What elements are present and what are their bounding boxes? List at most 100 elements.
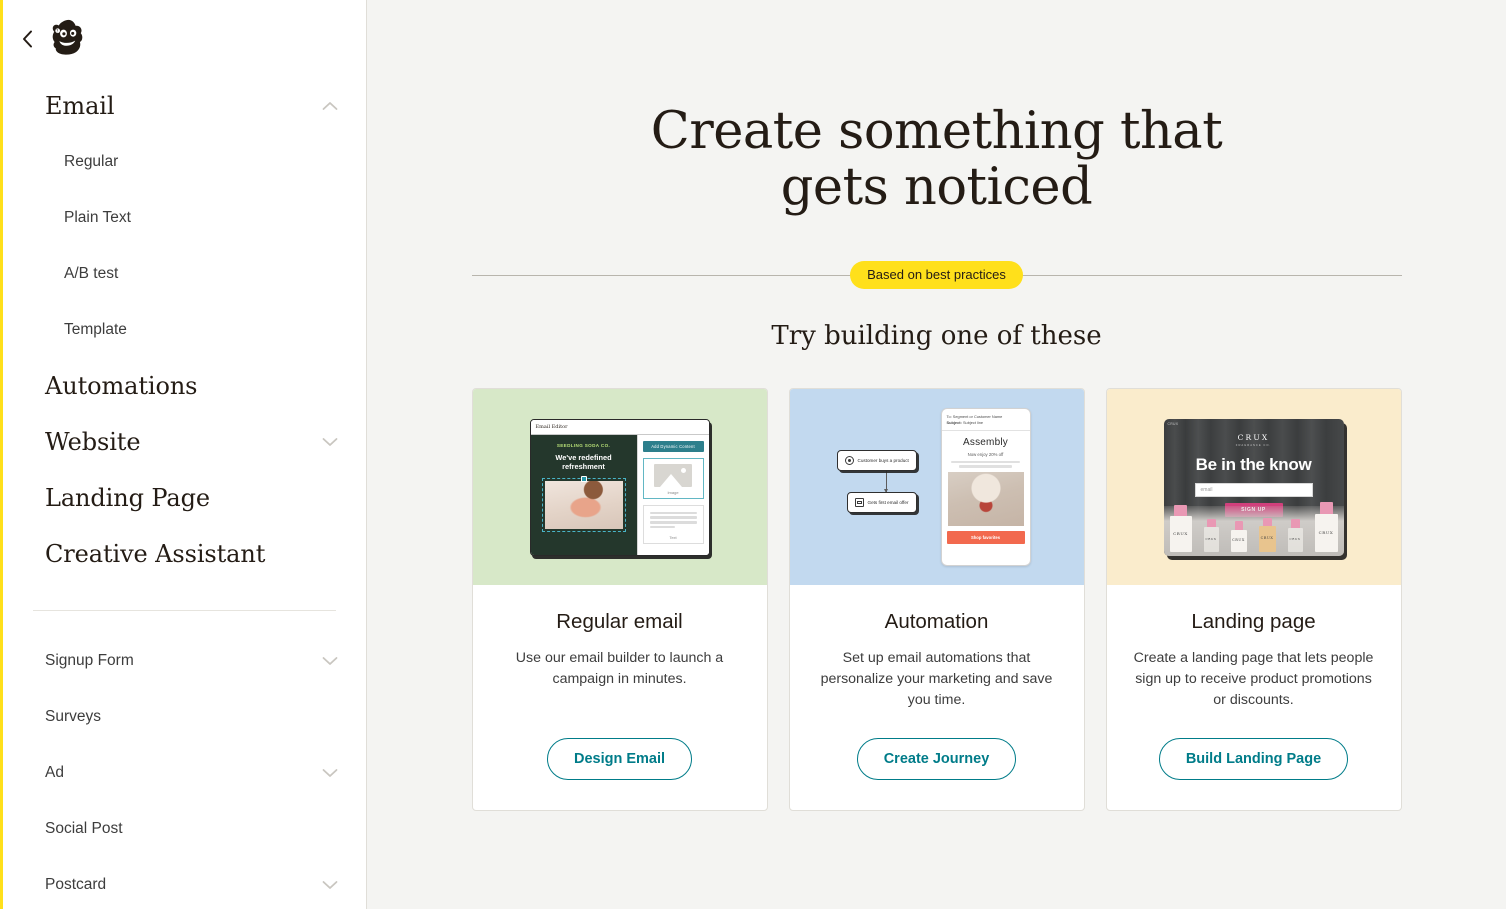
landing-page-brand-subtitle: FRAGRANCE CO.: [1235, 443, 1272, 447]
sidebar-item-surveys[interactable]: Surveys: [0, 689, 366, 745]
sidebar-item-landing-page[interactable]: Landing Page: [0, 470, 366, 526]
sidebar-item-social-post[interactable]: Social Post: [0, 801, 366, 857]
card-grid: Email Editor SEEDLING SODA CO. We've red…: [471, 388, 1402, 812]
resize-handle[interactable]: [580, 476, 587, 483]
sidebar-item-automations[interactable]: Automations: [0, 358, 366, 414]
sidebar-item-label: Email: [45, 91, 115, 120]
sidebar-item-email[interactable]: Email: [0, 78, 366, 134]
sidebar-item-ab-test[interactable]: A/B test: [0, 246, 366, 302]
chevron-down-icon[interactable]: [322, 768, 338, 778]
sidebar-nav-primary: Email Regular Plain Text A/B test Templa…: [0, 78, 366, 909]
chevron-down-icon[interactable]: [322, 437, 338, 447]
sidebar-header: ?: [0, 0, 366, 78]
bottle-1: CRUX: [1169, 504, 1192, 552]
sidebar-item-signup-form[interactable]: Signup Form: [0, 633, 366, 689]
best-practices-divider: Based on best practices: [471, 260, 1402, 290]
automation-journey-preview: To: Segment or Customer Name Subject: Su…: [836, 406, 1037, 568]
card-description: Use our email builder to launch a campai…: [515, 649, 724, 688]
status-badge: Based on best practices: [850, 261, 1023, 290]
journey-trigger-node[interactable]: Customer buys a product: [836, 450, 917, 472]
sidebar-item-creative-assistant[interactable]: Creative Assistant: [0, 526, 366, 582]
bottle-3: CRUX: [1230, 520, 1247, 552]
landing-page-headline: Be in the know: [1195, 454, 1312, 474]
trigger-icon: [844, 456, 854, 466]
bottle-label: CRUX: [1205, 536, 1217, 541]
sidebar-subitem-label: Regular: [64, 153, 119, 170]
page-title-line-1: Create something that: [650, 102, 1223, 161]
sidebar-item-label: Ad: [45, 764, 64, 781]
image-block-label: Image: [667, 489, 679, 495]
email-editor-canvas: SEEDLING SODA CO. We've redefined refres…: [530, 434, 637, 555]
sidebar-item-label: Website: [45, 427, 141, 456]
email-title: Assembly: [963, 436, 1008, 448]
mailchimp-freddie-logo[interactable]: ?: [46, 16, 92, 62]
journey-action-label: Gets first email offer: [867, 500, 909, 506]
card-description: Set up email automations that personaliz…: [820, 649, 1053, 709]
sidebar-item-label: Postcard: [45, 876, 107, 893]
text-block-label: Text: [669, 534, 677, 540]
sidebar-item-label: Landing Page: [45, 483, 210, 512]
sidebar: ? Email Regular Plain Text A/B test Temp…: [0, 0, 367, 909]
email-body-placeholder-lines: [948, 460, 1024, 469]
landing-page-corner-tag: CRUX: [1167, 421, 1179, 426]
chevron-up-icon[interactable]: [322, 101, 338, 111]
section-subtitle: Try building one of these: [771, 321, 1102, 352]
chevron-down-icon[interactable]: [322, 656, 338, 666]
journey-action-node[interactable]: Gets first email offer: [846, 492, 917, 514]
sidebar-item-ad[interactable]: Ad: [0, 745, 366, 801]
text-lines-icon: [648, 511, 699, 532]
bottle-6: CRUX: [1314, 501, 1338, 552]
text-block-tile[interactable]: Text: [642, 504, 704, 544]
build-landing-page-button[interactable]: Build Landing Page: [1158, 737, 1349, 781]
email-subject-value: Subject line: [962, 419, 984, 425]
page-title: Create something that gets noticed: [472, 102, 1402, 218]
bottle-label: CRUX: [1260, 535, 1274, 540]
card-regular-email[interactable]: Email Editor SEEDLING SODA CO. We've red…: [471, 388, 768, 812]
sidebar-item-regular[interactable]: Regular: [0, 134, 366, 190]
create-journey-button[interactable]: Create Journey: [856, 737, 1017, 781]
card-title: Landing page: [1191, 610, 1316, 634]
sidebar-item-label: Signup Form: [45, 652, 134, 669]
selected-image-block: [541, 476, 626, 533]
card-landing-page[interactable]: CRUX CRUX FRAGRANCE CO. Be in the know e…: [1105, 388, 1402, 812]
sidebar-item-plain-text[interactable]: Plain Text: [0, 190, 366, 246]
sidebar-subitem-label: Plain Text: [64, 209, 131, 226]
journey-trigger-label: Customer buys a product: [857, 458, 909, 464]
sidebar-item-website[interactable]: Website: [0, 414, 366, 470]
email-editor-sidebar: Add Dynamic Content Image Text: [636, 434, 709, 555]
product-bottles: CRUX CRUX CRUX CRUX CRUX CRUX: [1164, 494, 1344, 552]
main-content: Create something that gets noticed Based…: [367, 0, 1506, 909]
card-thumbnail-automation: To: Segment or Customer Name Subject: Su…: [789, 389, 1084, 586]
chevron-left-icon[interactable]: [14, 26, 40, 52]
landing-page-preview: CRUX CRUX FRAGRANCE CO. Be in the know e…: [1163, 418, 1344, 556]
sidebar-item-label: Automations: [45, 371, 198, 400]
chevron-down-icon[interactable]: [322, 880, 338, 890]
email-headline: We've redefined refreshment: [555, 452, 612, 471]
envelope-icon: [854, 498, 864, 508]
landing-page-brand: CRUX: [1237, 432, 1270, 442]
sidebar-item-label: Social Post: [45, 820, 123, 837]
bottle-label: CRUX: [1232, 537, 1245, 542]
sidebar-item-template[interactable]: Template: [0, 302, 366, 358]
sidebar-accent-stripe: [0, 0, 3, 909]
card-title: Automation: [884, 610, 989, 634]
page-title-line-2: gets noticed: [780, 158, 1093, 218]
sidebar-item-postcard[interactable]: Postcard: [0, 857, 366, 909]
email-meta: To: Segment or Customer Name Subject: Su…: [941, 409, 1030, 431]
card-description: Create a landing page that lets people s…: [1133, 649, 1374, 709]
image-block-tile[interactable]: Image: [642, 457, 704, 499]
card-title: Regular email: [556, 610, 683, 634]
card-thumbnail-regular-email: Email Editor SEEDLING SODA CO. We've red…: [472, 389, 767, 586]
shop-favorites-button[interactable]: Shop favorites: [946, 531, 1025, 545]
sidebar-subitem-label: A/B test: [64, 265, 119, 282]
add-dynamic-content-button[interactable]: Add Dynamic Content: [642, 440, 704, 452]
sidebar-item-label: Creative Assistant: [45, 539, 266, 568]
design-email-button[interactable]: Design Email: [546, 737, 693, 781]
sidebar-divider: [33, 610, 336, 611]
email-subject-label: Subject:: [946, 419, 962, 425]
card-automation[interactable]: To: Segment or Customer Name Subject: Su…: [788, 388, 1085, 812]
bottle-5: CRUX: [1287, 518, 1303, 552]
email-offer-text: Now enjoy 20% off: [967, 451, 1004, 457]
bottle-label: CRUX: [1318, 529, 1334, 535]
lamp-product-photo: [947, 472, 1024, 527]
